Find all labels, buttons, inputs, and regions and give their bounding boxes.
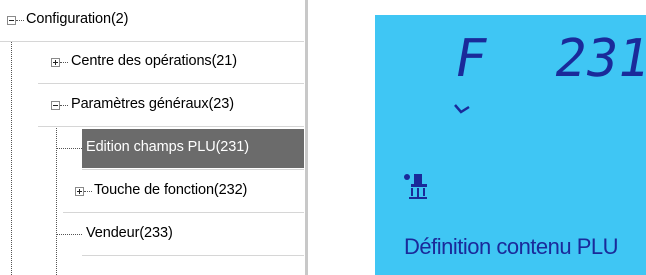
tree-connector	[60, 62, 68, 63]
configuration-tree: Configuration(2) Centre des opérations(2…	[0, 0, 310, 275]
tree-connector	[84, 191, 92, 192]
tree-item-edition-champs-plu[interactable]: Edition champs PLU(231)	[57, 128, 304, 170]
tree-item-vendeur[interactable]: Vendeur(233)	[57, 214, 304, 256]
expand-icon[interactable]	[51, 58, 60, 67]
collapse-icon[interactable]	[7, 16, 16, 25]
collapse-icon[interactable]	[51, 101, 60, 110]
tree-item-configuration[interactable]: Configuration(2)	[0, 0, 304, 42]
tree-connector	[57, 234, 82, 235]
expand-icon[interactable]	[75, 187, 84, 196]
tree-item-touche-de-fonction[interactable]: Touche de fonction(232)	[63, 171, 304, 213]
tree-guide-line	[56, 128, 57, 275]
lcd-message: Définition contenu PLU	[404, 234, 619, 259]
hand-register-icon	[404, 174, 427, 199]
tree-guide-line	[11, 41, 12, 275]
tree-connector	[57, 148, 82, 149]
lcd-display: F 231 Définition contenu PLU	[375, 15, 646, 275]
tree-item-label: Touche de fonction(232)	[94, 182, 248, 198]
tree-scroll-border	[305, 0, 308, 275]
lcd-mode-letter: F	[449, 29, 492, 89]
tree-item-parametres-generaux[interactable]: Paramètres généraux(23)	[38, 85, 304, 127]
arrow-indicator-icon	[454, 104, 470, 114]
tree-item-label: Vendeur(233)	[86, 225, 173, 241]
tree-item-label: Configuration(2)	[26, 11, 129, 27]
tree-item-label: Edition champs PLU(231)	[86, 139, 249, 155]
tree-item-label: Paramètres généraux(23)	[71, 96, 234, 112]
tree-connector	[16, 20, 24, 21]
tree-item-label: Centre des opérations(21)	[71, 53, 237, 69]
lcd-code: 231	[549, 29, 646, 89]
tree-item-centre-des-operations[interactable]: Centre des opérations(21)	[38, 42, 304, 84]
tree-connector	[60, 105, 68, 106]
